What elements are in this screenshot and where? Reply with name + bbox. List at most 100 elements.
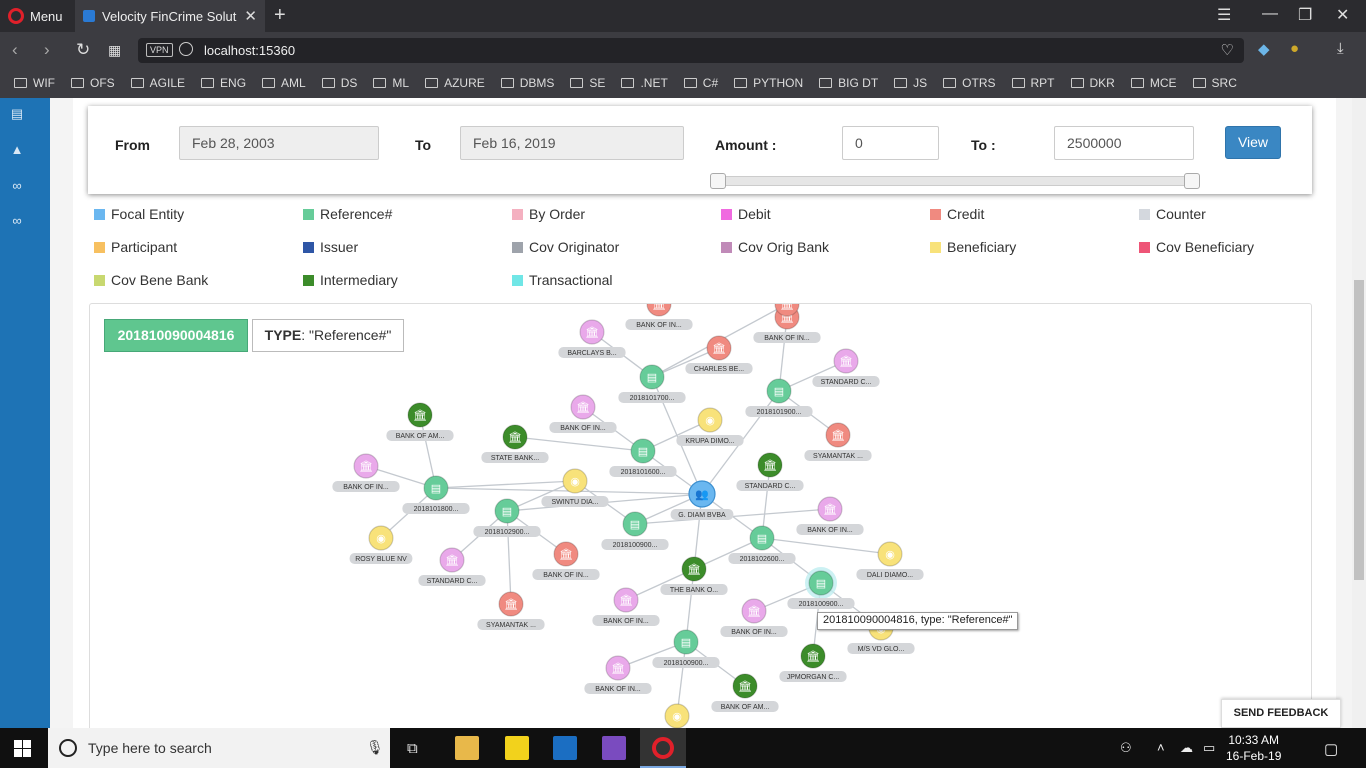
- opera-taskbar-button[interactable]: [640, 728, 686, 768]
- url-text[interactable]: localhost:15360: [204, 43, 295, 58]
- bookmark-folder[interactable]: SE: [570, 76, 605, 90]
- bookmark-folder[interactable]: DS: [321, 76, 357, 90]
- extension-icon[interactable]: ◆: [1258, 40, 1270, 58]
- graph-node[interactable]: 🏛 CHARLES BE...: [685, 335, 753, 374]
- graph-node[interactable]: 🏛 BANK OF IN...: [592, 587, 660, 626]
- link-icon[interactable]: ∞: [9, 213, 25, 229]
- bookmark-folder[interactable]: BIG DT: [819, 76, 878, 90]
- people-icon[interactable]: ⚇: [1120, 740, 1132, 756]
- bookmark-folder[interactable]: OFS: [71, 76, 115, 90]
- tab-menu-icon[interactable]: ☰: [1217, 5, 1231, 25]
- graph-node[interactable]: ◉ DALI DIAMO...: [856, 541, 924, 580]
- graph-node[interactable]: 🏛 BANK OF AM...: [386, 402, 454, 441]
- graph-node[interactable]: ◉: [664, 703, 690, 728]
- task-view-icon[interactable]: ⧉: [407, 740, 418, 757]
- reload-icon[interactable]: ↻: [76, 40, 90, 60]
- browser-tab-active[interactable]: Velocity FinCrime Solution ✕: [75, 0, 265, 32]
- back-icon[interactable]: ‹: [12, 40, 18, 60]
- bookmark-folder[interactable]: DKR: [1070, 76, 1115, 90]
- graph-node[interactable]: ▤ 2018101600...: [609, 438, 677, 477]
- extension-badge-icon[interactable]: ●: [1290, 40, 1299, 57]
- graph-node[interactable]: ◉ KRUPA DIMO...: [676, 407, 744, 446]
- download-icon[interactable]: ⤓: [1337, 40, 1344, 57]
- close-window-icon[interactable]: ✕: [1336, 5, 1349, 25]
- bookmark-folder[interactable]: OTRS: [943, 76, 996, 90]
- maximize-icon[interactable]: ❐: [1298, 5, 1312, 25]
- graph-node[interactable]: ▤ 2018101800...: [402, 475, 470, 514]
- graph-node[interactable]: 🏛 BANK OF IN...: [720, 598, 788, 637]
- bookmark-folder[interactable]: ENG: [201, 76, 246, 90]
- amount-min-input[interactable]: 0: [842, 126, 939, 160]
- amount-max-input[interactable]: 2500000: [1054, 126, 1194, 160]
- graph-node[interactable]: 🏛 BANK OF AM...: [711, 673, 779, 712]
- scrollbar-thumb[interactable]: [1354, 280, 1364, 580]
- graph-node[interactable]: 🏛 STATE BANK...: [481, 424, 549, 463]
- tab-close-icon[interactable]: ✕: [244, 7, 257, 25]
- graph-node[interactable]: 🏛 BANK OF IN...: [625, 304, 693, 330]
- speed-dial-icon[interactable]: ▦: [108, 42, 121, 59]
- bookmark-folder[interactable]: RPT: [1011, 76, 1055, 90]
- browser-menu-button[interactable]: Menu: [8, 6, 63, 26]
- link-icon[interactable]: ∞: [9, 178, 25, 194]
- from-date-input[interactable]: Feb 28, 2003: [179, 126, 379, 160]
- slider-max-handle[interactable]: [1184, 173, 1200, 189]
- graph-node[interactable]: ◉ SWINTU DIA...: [541, 468, 609, 507]
- taskbar-search-box[interactable]: Type here to search 🎙: [48, 728, 390, 768]
- graph-node[interactable]: 🏛 BANK OF IN...: [584, 655, 652, 694]
- bookmark-folder[interactable]: SRC: [1192, 76, 1237, 90]
- graph-node[interactable]: 🏛 BANK OF IN...: [532, 541, 600, 580]
- bookmark-folder[interactable]: AZURE: [425, 76, 485, 90]
- minimize-icon[interactable]: —: [1262, 5, 1278, 23]
- graph-node[interactable]: 🏛 STANDARD C...: [418, 547, 486, 586]
- bookmark-folder[interactable]: ML: [373, 76, 409, 90]
- send-feedback-button[interactable]: SEND FEEDBACK: [1221, 699, 1341, 728]
- network-graph[interactable]: 👥 G. DIAM BVBA ▤ 2018101700... ▤ 2018101900..…: [90, 304, 1312, 728]
- visual-studio-icon[interactable]: [602, 736, 626, 760]
- notifications-icon[interactable]: ▢: [1324, 740, 1338, 758]
- graph-node[interactable]: 🏛 SYAMANTAK ...: [804, 422, 872, 461]
- graph-node[interactable]: 🏛 JPMORGAN C...: [779, 643, 847, 682]
- tray-chevron-icon[interactable]: ˄: [1157, 740, 1165, 755]
- graph-node[interactable]: ▤ 2018102900...: [473, 498, 541, 537]
- bookmark-heart-icon[interactable]: ♡: [1221, 41, 1234, 59]
- slider-min-handle[interactable]: [710, 173, 726, 189]
- graph-node[interactable]: ◉ ROSY BLUE NV: [349, 525, 413, 564]
- graph-node[interactable]: ▤ 2018100900...: [787, 567, 855, 609]
- address-bar[interactable]: VPN localhost:15360 ♡: [138, 38, 1244, 63]
- onedrive-icon[interactable]: ☁: [1180, 740, 1193, 756]
- graph-node[interactable]: 🏛 STANDARD C...: [736, 452, 804, 491]
- file-explorer-icon[interactable]: [455, 736, 479, 760]
- graph-node[interactable]: ▤ 2018101900...: [745, 378, 813, 417]
- pdf-icon[interactable]: ▤: [9, 106, 25, 122]
- graph-node[interactable]: 🏛 THE BANK O...: [660, 556, 728, 595]
- forward-icon[interactable]: ›: [44, 40, 50, 60]
- bookmark-folder[interactable]: JS: [894, 76, 927, 90]
- vpn-badge[interactable]: VPN: [146, 43, 173, 57]
- bookmark-folder[interactable]: WIF: [14, 76, 55, 90]
- page-scrollbar[interactable]: [1352, 98, 1366, 728]
- view-button[interactable]: View: [1225, 126, 1281, 159]
- bookmark-folder[interactable]: .NET: [621, 76, 668, 90]
- graph-node[interactable]: 🏛 BANK OF IN...: [796, 496, 864, 535]
- alert-icon[interactable]: ▲: [9, 142, 25, 158]
- amount-range-slider[interactable]: [710, 173, 1200, 189]
- bookmark-folder[interactable]: AGILE: [130, 76, 185, 90]
- outlook-icon[interactable]: [553, 736, 577, 760]
- new-tab-icon[interactable]: +: [274, 4, 286, 27]
- bookmark-folder[interactable]: MCE: [1130, 76, 1177, 90]
- bookmark-folder[interactable]: PYTHON: [734, 76, 803, 90]
- graph-node[interactable]: ▤ 2018100900...: [652, 629, 720, 668]
- graph-node[interactable]: 🏛 BARCLAYS B...: [558, 319, 626, 358]
- graph-node[interactable]: 🏛 BANK OF IN...: [549, 394, 617, 433]
- bookmark-folder[interactable]: AML: [262, 76, 306, 90]
- graph-node[interactable]: 🏛 STANDARD C...: [812, 348, 880, 387]
- taskbar-clock[interactable]: 10:33 AM 16-Feb-19: [1226, 732, 1281, 764]
- sticky-notes-icon[interactable]: [505, 736, 529, 760]
- graph-node[interactable]: ▤ 2018102600...: [728, 525, 796, 564]
- graph-node[interactable]: 🏛 SYAMANTAK ...: [477, 591, 545, 630]
- bookmark-folder[interactable]: C#: [683, 76, 718, 90]
- network-icon[interactable]: ▭: [1203, 740, 1215, 756]
- microphone-icon[interactable]: 🎙: [366, 739, 384, 756]
- graph-node[interactable]: ▤ 2018100900...: [601, 511, 669, 550]
- graph-node[interactable]: 👥 G. DIAM BVBA: [670, 480, 734, 520]
